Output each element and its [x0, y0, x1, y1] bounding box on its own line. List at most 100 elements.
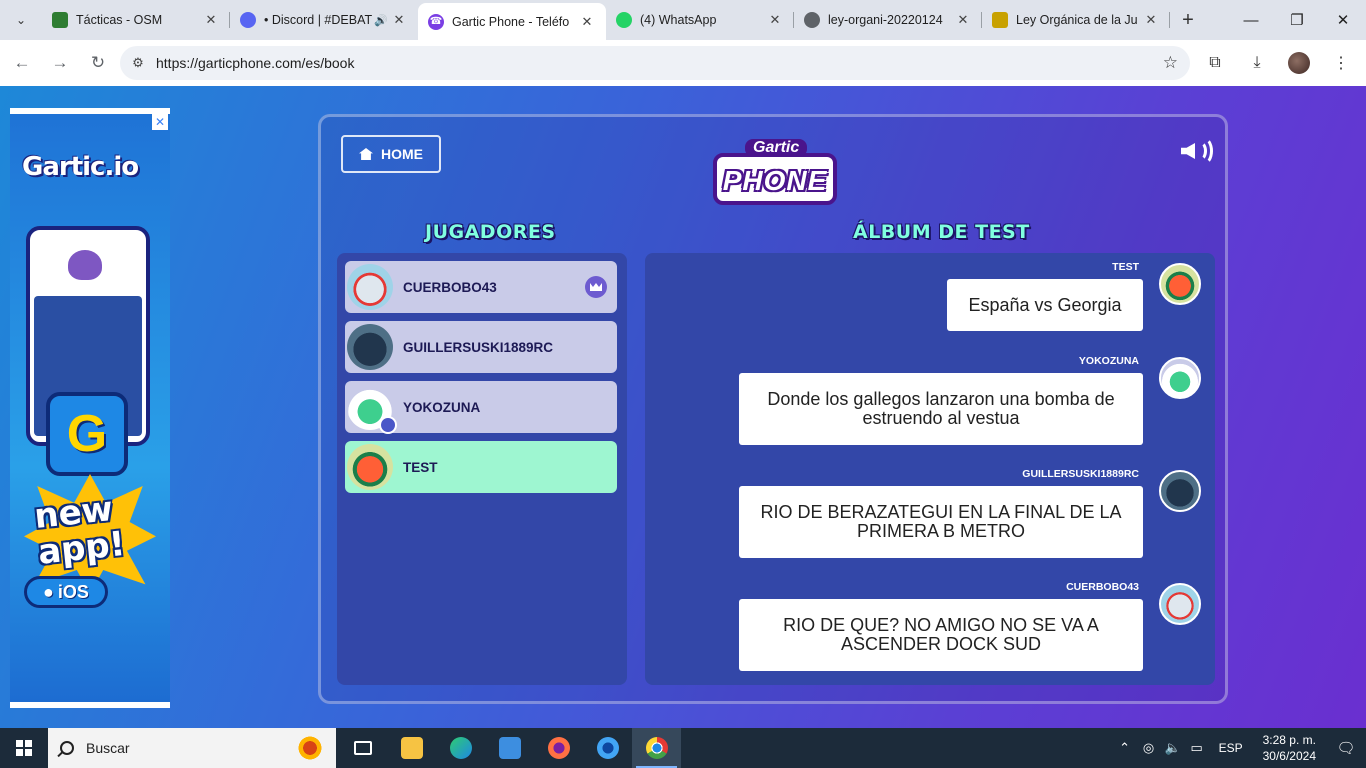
player-item[interactable]: CUERBOBO43 [345, 261, 617, 313]
toolbar-actions: ⧉ ⤓ ⋮ [1198, 46, 1358, 80]
tab-gartic-phone[interactable]: ☎ Gartic Phone - Teléfo ✕ [418, 3, 606, 40]
network-icon[interactable]: ▭ [1185, 740, 1209, 756]
search-icon [60, 741, 74, 755]
task-view-button[interactable] [338, 728, 387, 768]
tab-osm[interactable]: Tácticas - OSM ✕ [42, 3, 230, 37]
url-text[interactable]: https://garticphone.com/es/book [156, 55, 354, 71]
close-icon[interactable]: ✕ [390, 12, 408, 28]
firefox-icon [547, 737, 570, 759]
robot-avatar [1159, 470, 1201, 512]
start-button[interactable] [0, 728, 48, 768]
reload-button[interactable]: ↻ [80, 45, 116, 81]
meet-now-icon[interactable]: ◎ [1137, 740, 1161, 756]
menu-kebab-icon[interactable]: ⋮ [1324, 46, 1358, 80]
chef-avatar [347, 384, 397, 434]
firefox-button[interactable] [534, 728, 583, 768]
taskbar-search[interactable]: Buscar [48, 728, 336, 768]
album-author: CUERBOBO43 [1066, 581, 1139, 593]
player-item-current[interactable]: TEST [345, 441, 617, 493]
site-settings-icon[interactable]: ⚙ [120, 55, 156, 71]
album-entry: CUERBOBO43 RIO DE QUE? NO AMIGO NO SE VA… [681, 581, 1201, 671]
clock-time: 3:28 p. m. [1262, 733, 1316, 747]
logo-big-text: PHONE [722, 165, 828, 196]
tab-title: Tácticas - OSM [76, 13, 163, 27]
ad-close-icon[interactable]: ✕ [152, 114, 168, 130]
tab-search-button[interactable]: ⌄ [0, 0, 42, 40]
album-author: GUILLERSUSKI1889RC [1022, 468, 1139, 480]
advertisement[interactable]: ✕ Gartic.io G new app! ● iOS [10, 108, 170, 708]
album-author: TEST [1112, 261, 1139, 273]
chrome-button[interactable] [632, 728, 681, 768]
globe-icon [804, 12, 820, 28]
search-highlight-icon[interactable] [294, 732, 326, 764]
player-name: YOKOZUNA [403, 399, 481, 415]
clock-date: 30/6/2024 [1262, 749, 1316, 763]
home-button[interactable]: HOME [341, 135, 441, 173]
minimize-button[interactable]: — [1228, 0, 1274, 40]
close-icon[interactable]: ✕ [202, 12, 220, 28]
mail-icon [498, 737, 521, 759]
window-controls: — ❐ ✕ [1228, 0, 1366, 40]
tab-title: Ley Orgánica de la Ju [1016, 13, 1138, 27]
arrow-left-icon: ← [13, 53, 31, 72]
edge-icon [449, 737, 472, 759]
bookmark-star-icon[interactable]: ☆ [1163, 53, 1178, 73]
file-explorer-button[interactable] [387, 728, 436, 768]
speaker-icon[interactable]: 🔊 [372, 14, 390, 27]
task-view-icon [353, 741, 372, 755]
close-icon[interactable]: ✕ [578, 14, 596, 30]
player-name: CUERBOBO43 [403, 279, 497, 295]
phone-favicon-icon: ☎ [428, 13, 444, 30]
clock[interactable]: 3:28 p. m. 30/6/2024 [1263, 732, 1316, 764]
close-icon[interactable]: ✕ [1142, 12, 1160, 28]
album-text: RIO DE QUE? NO AMIGO NO SE VA A ASCENDER… [739, 599, 1143, 671]
logo-small-text: Gartic [745, 139, 808, 157]
ad-ios-badge: ● iOS [24, 576, 108, 608]
user-icon [379, 416, 397, 434]
firefox-dev-button[interactable] [583, 728, 632, 768]
chef-avatar [1159, 357, 1201, 399]
tab-ley-organi[interactable]: ley-organi-20220124 ✕ [794, 3, 982, 37]
players-title: JUGADORES [425, 221, 556, 243]
chevron-down-icon: ⌄ [15, 13, 27, 27]
firefox-developer-icon [596, 737, 619, 759]
game-frame: HOME Gartic PHONE JUGADORES ÁLBUM DE TES… [318, 114, 1228, 704]
bird-icon [68, 250, 102, 280]
restore-button[interactable]: ❐ [1274, 0, 1320, 40]
notifications-icon[interactable]: 🗨 [1326, 739, 1366, 757]
folder-icon [400, 737, 423, 759]
address-bar[interactable]: ⚙ https://garticphone.com/es/book ☆ [120, 46, 1190, 80]
tab-discord[interactable]: • Discord | #DEBAT 🔊 ✕ [230, 3, 418, 37]
tab-whatsapp[interactable]: (4) WhatsApp ✕ [606, 3, 794, 37]
ad-brand-logo: Gartic.io [22, 152, 139, 182]
language-indicator[interactable]: ESP [1219, 741, 1243, 755]
chevron-up-icon[interactable]: ⌃ [1113, 740, 1137, 756]
close-icon[interactable]: ✕ [766, 12, 784, 28]
sound-toggle-icon[interactable] [1181, 137, 1213, 165]
close-icon[interactable]: ✕ [954, 12, 972, 28]
player-name: TEST [403, 459, 438, 475]
mask-avatar [1159, 263, 1201, 305]
album-text: RIO DE BERAZATEGUI EN LA FINAL DE LA PRI… [739, 486, 1143, 558]
player-item[interactable]: GUILLERSUSKI1889RC [345, 321, 617, 373]
tab-ley-organica[interactable]: Ley Orgánica de la Ju ✕ [982, 3, 1170, 37]
album-title: ÁLBUM DE TEST [853, 221, 1030, 243]
robot-avatar [347, 324, 393, 370]
mail-button[interactable] [485, 728, 534, 768]
profile-avatar[interactable] [1288, 52, 1310, 74]
player-item[interactable]: YOKOZUNA [345, 381, 617, 434]
download-icon[interactable]: ⤓ [1240, 46, 1274, 80]
extensions-icon[interactable]: ⧉ [1198, 46, 1232, 80]
knight-avatar [1159, 583, 1201, 625]
ad-platform-label: iOS [57, 581, 89, 602]
close-window-button[interactable]: ✕ [1320, 0, 1366, 40]
new-tab-button[interactable]: + [1170, 2, 1206, 38]
mask-avatar [347, 444, 393, 490]
tab-strip: ⌄ Tácticas - OSM ✕ • Discord | #DEBAT 🔊 … [0, 0, 1366, 40]
album-text: Donde los gallegos lanzaron una bomba de… [739, 373, 1143, 445]
back-button[interactable]: ← [4, 45, 40, 81]
volume-icon[interactable]: 🔈 [1161, 740, 1185, 756]
edge-button[interactable] [436, 728, 485, 768]
forward-button[interactable]: → [42, 45, 78, 81]
album-entry: TEST España vs Georgia [681, 261, 1201, 337]
